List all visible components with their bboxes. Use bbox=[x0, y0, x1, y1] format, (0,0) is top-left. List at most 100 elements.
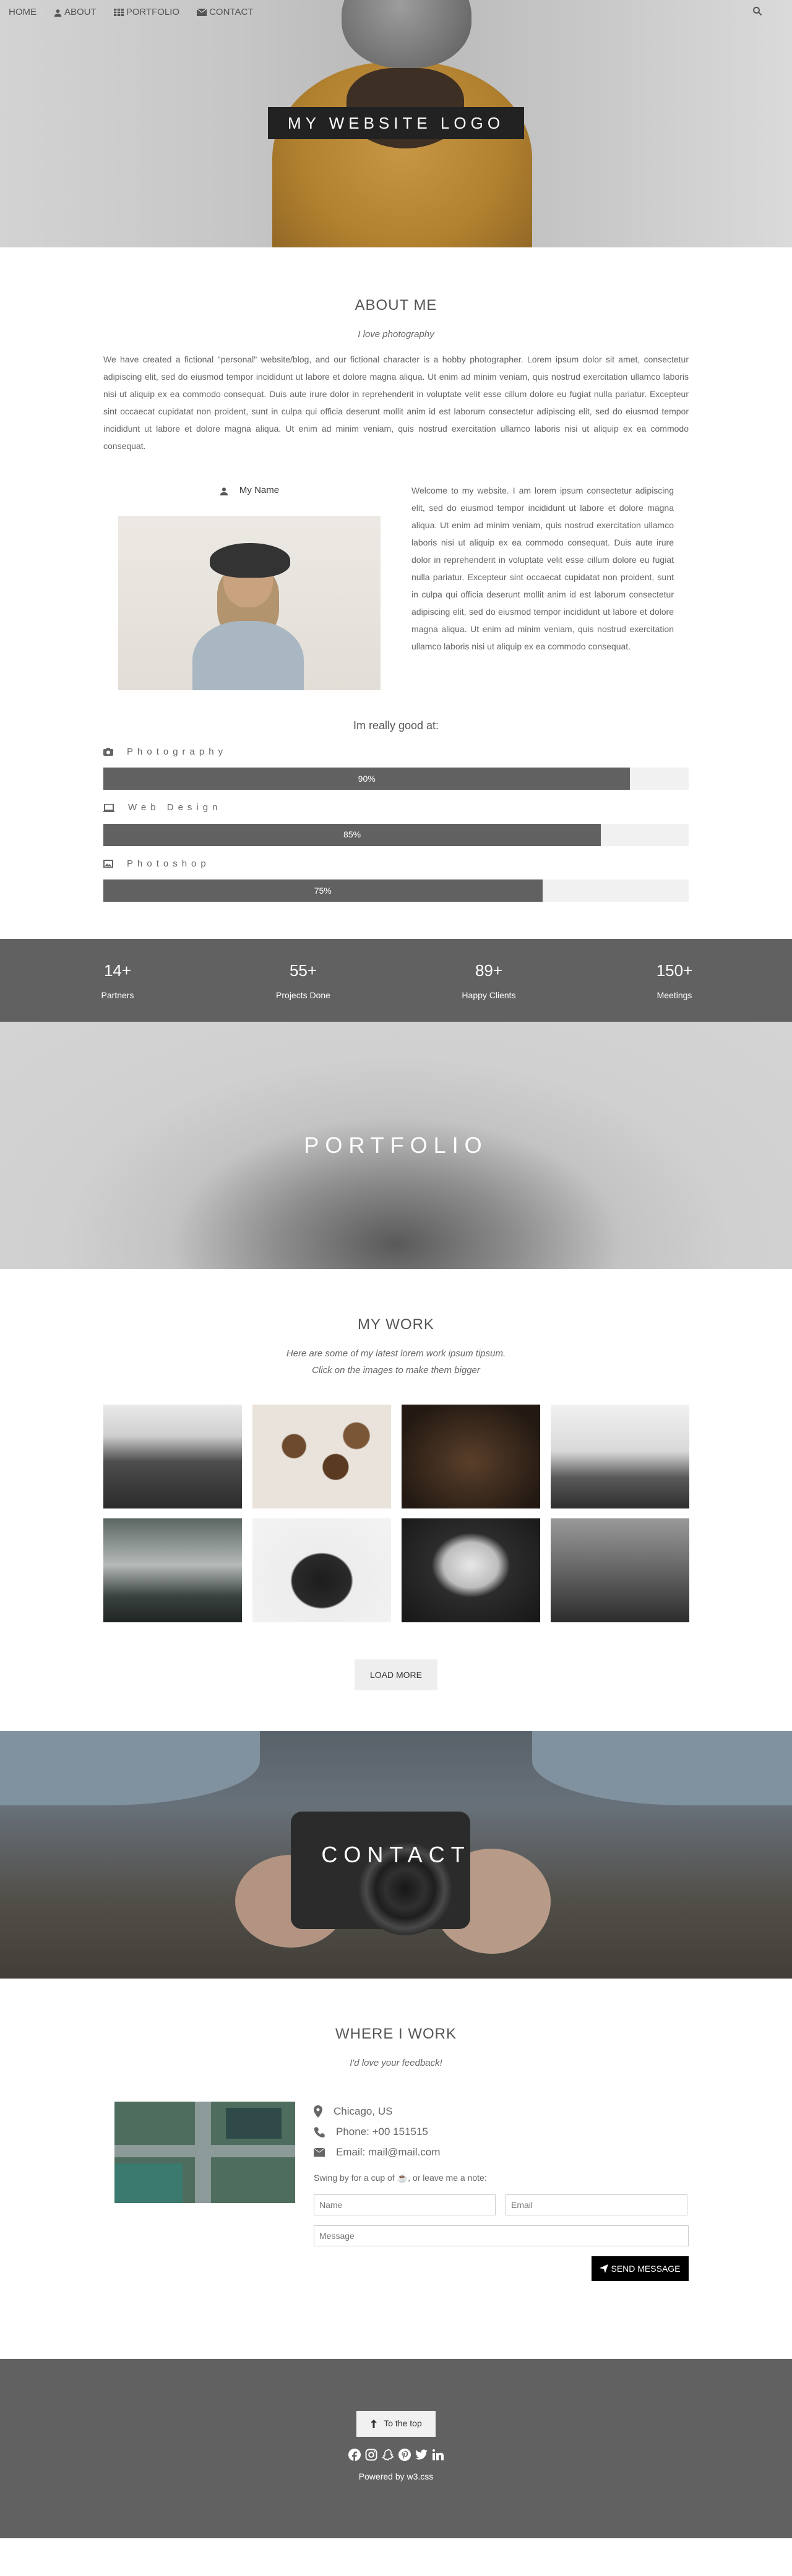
work-line2: Click on the images to make them bigger bbox=[312, 1364, 480, 1376]
stats-band: 14+ Partners 55+ Projects Done 89+ Happy Cl… bbox=[0, 939, 792, 1022]
twitter-icon[interactable] bbox=[415, 2448, 428, 2462]
portfolio-title: PORTFOLIO bbox=[304, 1132, 488, 1158]
skill-bar-fill: 85% bbox=[103, 823, 601, 846]
photo-thumb[interactable] bbox=[252, 1405, 391, 1508]
hero-banner: MY WEBSITE LOGO bbox=[0, 0, 792, 247]
skill-bar: 85% bbox=[103, 823, 689, 846]
user-icon bbox=[54, 9, 62, 17]
about-section: ABOUT ME I love photography We have crea… bbox=[103, 247, 689, 902]
skill-bar-fill: 75% bbox=[103, 879, 543, 902]
contact-banner: CONTACT bbox=[0, 1731, 792, 1979]
photo-thumb[interactable] bbox=[551, 1518, 689, 1622]
th-icon bbox=[113, 9, 124, 16]
skill-bar: 75% bbox=[103, 879, 689, 902]
photo-gallery bbox=[103, 1405, 689, 1622]
nav-about[interactable]: ABOUT bbox=[45, 0, 105, 25]
pinterest-icon[interactable] bbox=[398, 2448, 411, 2462]
photo-thumb[interactable] bbox=[551, 1405, 689, 1508]
skill-label-row: Web Design bbox=[103, 801, 689, 815]
powered-by: Powered by w3.css bbox=[359, 2470, 434, 2483]
envelope-icon bbox=[314, 2148, 325, 2157]
where-subtitle: I'd love your feedback! bbox=[350, 2058, 442, 2068]
note-text: Swing by for a cup of ☕, or leave me a n… bbox=[314, 2172, 689, 2184]
skill-label: Photography bbox=[127, 746, 228, 757]
nav-contact[interactable]: CONTACT bbox=[188, 0, 262, 25]
email-field[interactable] bbox=[506, 2194, 687, 2215]
photo-thumb[interactable] bbox=[103, 1405, 242, 1508]
nav-portfolio-label: PORTFOLIO bbox=[126, 6, 180, 17]
stat-number: 55+ bbox=[289, 961, 317, 980]
photo-hat bbox=[210, 542, 290, 578]
photo-thumb[interactable] bbox=[402, 1518, 540, 1622]
message-field[interactable] bbox=[314, 2225, 689, 2246]
send-label: SEND MESSAGE bbox=[611, 2263, 681, 2274]
nav-home-label: HOME bbox=[9, 6, 37, 17]
profile-photo bbox=[118, 515, 381, 690]
photo-thumb[interactable] bbox=[252, 1518, 391, 1622]
note-after: , or leave me a note: bbox=[408, 2172, 487, 2183]
stat-clients: 89+ Happy Clients bbox=[427, 959, 551, 1002]
skill-percent: 85% bbox=[343, 829, 361, 839]
skill-web-design: Web Design 85% bbox=[103, 801, 689, 846]
skill-bar: 90% bbox=[103, 768, 689, 790]
stat-number: 14+ bbox=[103, 961, 132, 980]
stat-label: Partners bbox=[101, 990, 134, 1000]
welcome-text: Welcome to my website. I am lorem ipsum … bbox=[411, 485, 674, 651]
work-line1: Here are some of my latest lorem work ip… bbox=[286, 1348, 506, 1359]
linkedin-icon[interactable] bbox=[431, 2448, 445, 2462]
contact-info: Chicago, US Phone: +00 151515 Email: mai… bbox=[314, 2102, 689, 2281]
contact-title: CONTACT bbox=[321, 1842, 471, 1867]
arrow-up-icon bbox=[371, 2419, 377, 2428]
about-text: We have created a fictional "personal" w… bbox=[103, 354, 689, 451]
note-before: Swing by for a cup of bbox=[314, 2172, 397, 2183]
name-field[interactable] bbox=[314, 2194, 496, 2215]
about-title: ABOUT ME bbox=[355, 297, 437, 314]
skill-label-row: Photography bbox=[103, 745, 689, 760]
map-marker-icon bbox=[314, 2105, 322, 2118]
work-title: MY WORK bbox=[358, 1316, 434, 1333]
w3css-link[interactable]: w3.css bbox=[407, 2471, 434, 2481]
to-the-top-button[interactable]: To the top bbox=[356, 2410, 436, 2437]
skill-label-row: Photoshop bbox=[103, 857, 689, 871]
skill-percent: 90% bbox=[358, 773, 376, 784]
photo-thumb[interactable] bbox=[103, 1518, 242, 1622]
image-icon bbox=[103, 860, 113, 868]
profile-column: My Name bbox=[118, 482, 381, 690]
profile-name-label: My Name bbox=[239, 485, 280, 496]
facebook-icon[interactable] bbox=[348, 2448, 361, 2462]
camera-icon bbox=[103, 748, 113, 756]
map-image bbox=[114, 2101, 295, 2203]
load-more-button[interactable]: LOAD MORE bbox=[355, 1659, 437, 1690]
map-water bbox=[114, 2163, 183, 2203]
site-logo: MY WEBSITE LOGO bbox=[268, 107, 524, 139]
send-message-button[interactable]: SEND MESSAGE bbox=[592, 2256, 689, 2281]
stat-partners: 14+ Partners bbox=[56, 959, 179, 1002]
skill-label: Web Design bbox=[128, 802, 222, 813]
laptop-icon bbox=[103, 803, 114, 812]
about-subtitle: I love photography bbox=[358, 329, 434, 340]
email-line: Email: mail@mail.com bbox=[314, 2142, 689, 2163]
social-links bbox=[348, 2448, 445, 2462]
powered-prefix: Powered by bbox=[358, 2471, 407, 2481]
search-icon[interactable] bbox=[752, 6, 762, 21]
coffee-icon: ☕ bbox=[397, 2172, 408, 2183]
stat-number: 150+ bbox=[656, 961, 693, 980]
stat-label: Meetings bbox=[656, 990, 692, 1000]
nav-portfolio[interactable]: PORTFOLIO bbox=[105, 0, 188, 25]
phone-text: Phone: +00 151515 bbox=[336, 2126, 428, 2138]
profile-row: My Name Welcome to my website. I am lore… bbox=[103, 482, 689, 690]
user-icon bbox=[220, 487, 228, 495]
nav-home[interactable]: HOME bbox=[0, 0, 45, 25]
nav-about-label: ABOUT bbox=[64, 6, 97, 17]
portfolio-banner: PORTFOLIO bbox=[0, 1022, 792, 1269]
phone-icon bbox=[314, 2127, 325, 2137]
skill-photoshop: Photoshop 75% bbox=[103, 857, 689, 902]
envelope-icon bbox=[197, 9, 207, 16]
location-line: Chicago, US bbox=[314, 2102, 689, 2122]
where-title: WHERE I WORK bbox=[335, 2026, 457, 2042]
photo-thumb[interactable] bbox=[402, 1405, 540, 1508]
contact-row: Chicago, US Phone: +00 151515 Email: mai… bbox=[103, 2101, 689, 2281]
snapchat-icon[interactable] bbox=[381, 2448, 395, 2462]
where-section: WHERE I WORK I'd love your feedback! Chi… bbox=[103, 1979, 689, 2281]
instagram-icon[interactable] bbox=[364, 2448, 378, 2462]
